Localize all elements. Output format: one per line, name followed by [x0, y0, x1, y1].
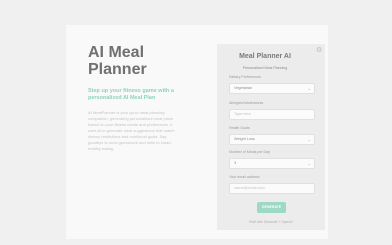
app-title: AI Meal Planner: [88, 44, 147, 78]
health-goals-label: Health Goals: [229, 126, 250, 130]
settings-icon[interactable]: ⚙: [316, 47, 322, 54]
email-label: Your email address: [229, 175, 260, 179]
meals-per-day-select[interactable]: 3 ⌄: [229, 158, 315, 169]
app-description: AI MealPlanner is your go-to meal planni…: [88, 110, 175, 151]
dietary-select[interactable]: Vegetarian ⌄: [229, 83, 315, 94]
chevron-down-icon: ⌄: [307, 137, 311, 142]
generate-button[interactable]: GENERATE: [257, 202, 286, 213]
form-subtitle: Personalized Meal Planning: [242, 66, 288, 70]
dietary-select-value: Vegetarian: [234, 86, 253, 90]
meals-per-day-value: 3: [234, 161, 237, 165]
health-goals-select[interactable]: Weight Loss ⌄: [229, 134, 315, 145]
meals-per-day-label: Number of Meals per Day: [229, 150, 270, 154]
allergies-label: Allergies/Intolerances: [229, 101, 264, 105]
app-subtitle: Step up your fitness game with a persona…: [88, 88, 174, 101]
dietary-label: Dietary Preferences: [229, 75, 261, 79]
chevron-down-icon: ⌄: [307, 161, 311, 166]
chevron-down-icon: ⌄: [307, 86, 311, 91]
footer-note: Built with Streamlit + OpenAI: [249, 220, 293, 224]
allergies-placeholder: Type here: [234, 112, 251, 116]
email-field[interactable]: name@email.com: [229, 183, 315, 194]
email-placeholder: name@email.com: [234, 186, 265, 190]
form-title: Meal Planner AI: [239, 53, 291, 60]
allergies-input[interactable]: Type here: [229, 109, 315, 120]
health-goals-value: Weight Loss: [234, 137, 255, 141]
